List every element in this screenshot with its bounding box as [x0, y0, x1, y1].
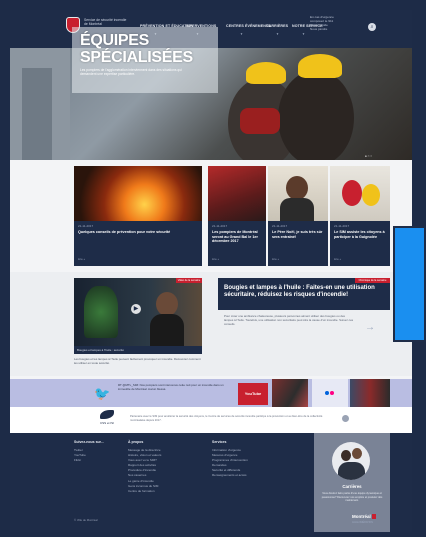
news-card[interactable]: 21-11-2017 Le SIM assiste les citoyens à… [330, 166, 390, 266]
footer-heading: Services [212, 440, 227, 444]
youtube-icon[interactable]: YouTube [238, 383, 268, 405]
firefighter-image [278, 70, 354, 160]
news-card[interactable]: 21-11-2017 Quelques conseils de préventi… [74, 166, 202, 266]
video-description: Les bougies et les lampes à l'huile peuv… [74, 357, 201, 365]
partner-badge-icon[interactable] [342, 415, 349, 422]
person-image [338, 462, 365, 480]
twitter-icon[interactable]: 🐦 [94, 386, 110, 402]
feature-text: Pour créer une ambiance chaleureuse, plu… [224, 314, 354, 326]
news-date: 21-11-2017 [212, 224, 228, 228]
partner-text: Partenaire avec le SIM pour améliorer la… [130, 415, 323, 422]
montreal-logo-sub: AGGLOMÉRATION [352, 521, 373, 524]
tree-image [84, 286, 118, 338]
montreal-logo-icon [372, 514, 376, 519]
news-date: 21-11-2017 [272, 224, 288, 228]
footer-link[interactable]: Centre de formation [128, 489, 188, 494]
partner-logo-label[interactable]: CSS et ISI [96, 421, 118, 425]
footer-col-services: Services Information d'urgence Mesures d… [212, 440, 282, 479]
fireplace-image [74, 166, 202, 221]
person-image [341, 450, 351, 461]
copyright: © Ville de Montréal [74, 518, 98, 522]
santa-image [268, 166, 328, 221]
footer-link[interactable]: Renseignements et accès [212, 473, 282, 478]
highlight-box [393, 226, 426, 342]
news-date: 21-11-2017 [78, 224, 94, 228]
hero-title: ÉQUIPES SPÉCIALISÉES [80, 32, 220, 66]
chevron-down-icon: ▼ [276, 32, 279, 36]
speaker-image [150, 314, 184, 346]
video-caption: Bougies et lampes à l'huile : sécurité [74, 346, 202, 354]
news-title[interactable]: Quelques conseils de prévention pour vot… [78, 230, 196, 235]
helmet-image [298, 54, 342, 78]
flickr-icon[interactable] [330, 391, 334, 395]
feature-headline[interactable]: Bougies et lampes à l'huile : Faites-en … [224, 285, 384, 299]
read-more-link[interactable]: Lire + [272, 257, 279, 261]
chevron-down-icon: ▼ [302, 32, 305, 36]
helmet-image [246, 62, 286, 84]
news-title[interactable]: Le SIM assiste les citoyens à participer… [334, 230, 388, 239]
video-tag: Vidéo de la semaine [176, 278, 202, 283]
montreal-logo[interactable]: Montréal [352, 514, 371, 519]
footer-col-follow: Suivez-nous sur... Twitter YouTube Flick… [74, 440, 134, 463]
hero-title-line: SPÉCIALISÉES [80, 49, 193, 66]
read-more-link[interactable]: Lire + [212, 257, 219, 261]
hero-title-line: ÉQUIPES [80, 32, 150, 49]
careers-title[interactable]: Carrières [314, 484, 390, 489]
flickr-photo[interactable] [350, 379, 390, 407]
youtube-photo[interactable] [272, 379, 308, 407]
building-image [22, 68, 52, 160]
video-thumbnail[interactable]: ▶ [74, 278, 202, 346]
read-more-link[interactable]: Lire + [334, 257, 341, 261]
tweet-text[interactable]: RT @MTL_SIM: Nos pompiers sont intervenu… [118, 383, 226, 392]
nav-events[interactable]: CENTRES ÉVÉNEMENTS [226, 24, 271, 28]
flickr-icon[interactable] [325, 391, 329, 395]
person-image [352, 448, 362, 459]
chevron-down-icon: ▼ [240, 32, 243, 36]
guignolee-image [330, 166, 390, 221]
news-title[interactable]: Le Père Noël, je suis très sûr sera entr… [272, 230, 326, 239]
hero-subtitle: Les pompiers de l'agglomération intervie… [80, 68, 182, 77]
news-title[interactable]: Les pompiers de Montréal seront au Grand… [212, 230, 264, 244]
careers-text: Vous désirez faire partie d'une équipe d… [321, 492, 383, 502]
footer-heading: À propos [128, 440, 144, 444]
read-more-link[interactable]: Lire + [78, 257, 85, 261]
carousel-dots[interactable]: ● ○ ○ [365, 154, 372, 158]
quick-links: En cas d'urgence composez le 911 Accès r… [310, 15, 366, 32]
arrow-right-icon[interactable]: → [365, 322, 375, 333]
search-icon[interactable]: ⌕ [368, 23, 376, 31]
news-card[interactable]: 21-11-2017 Les pompiers de Montréal sero… [208, 166, 266, 266]
play-icon[interactable]: ▶ [131, 304, 141, 314]
nav-careers[interactable]: CARRIÈRES [266, 24, 288, 28]
brand-name[interactable]: Service de sécurité incendie de Montréal [84, 18, 130, 26]
news-card[interactable]: 21-11-2017 Le Père Noël, je suis très sû… [268, 166, 328, 266]
contact-link[interactable]: Nous joindre [310, 27, 366, 32]
news-date: 21-11-2017 [334, 224, 350, 228]
footer-link[interactable]: Flickr [74, 458, 134, 463]
careers-photo[interactable] [332, 442, 370, 480]
browser-page: Service de sécurité incendie de Montréal… [10, 10, 412, 532]
speaker-image [156, 292, 178, 316]
footer-col-about: À propos Message de la directrice Histoi… [128, 440, 188, 494]
ball-event-image [208, 166, 266, 221]
gear-image [240, 108, 280, 134]
article-tag: Chronique de la semaine [355, 278, 390, 283]
footer-heading: Suivez-nous sur... [74, 440, 104, 444]
